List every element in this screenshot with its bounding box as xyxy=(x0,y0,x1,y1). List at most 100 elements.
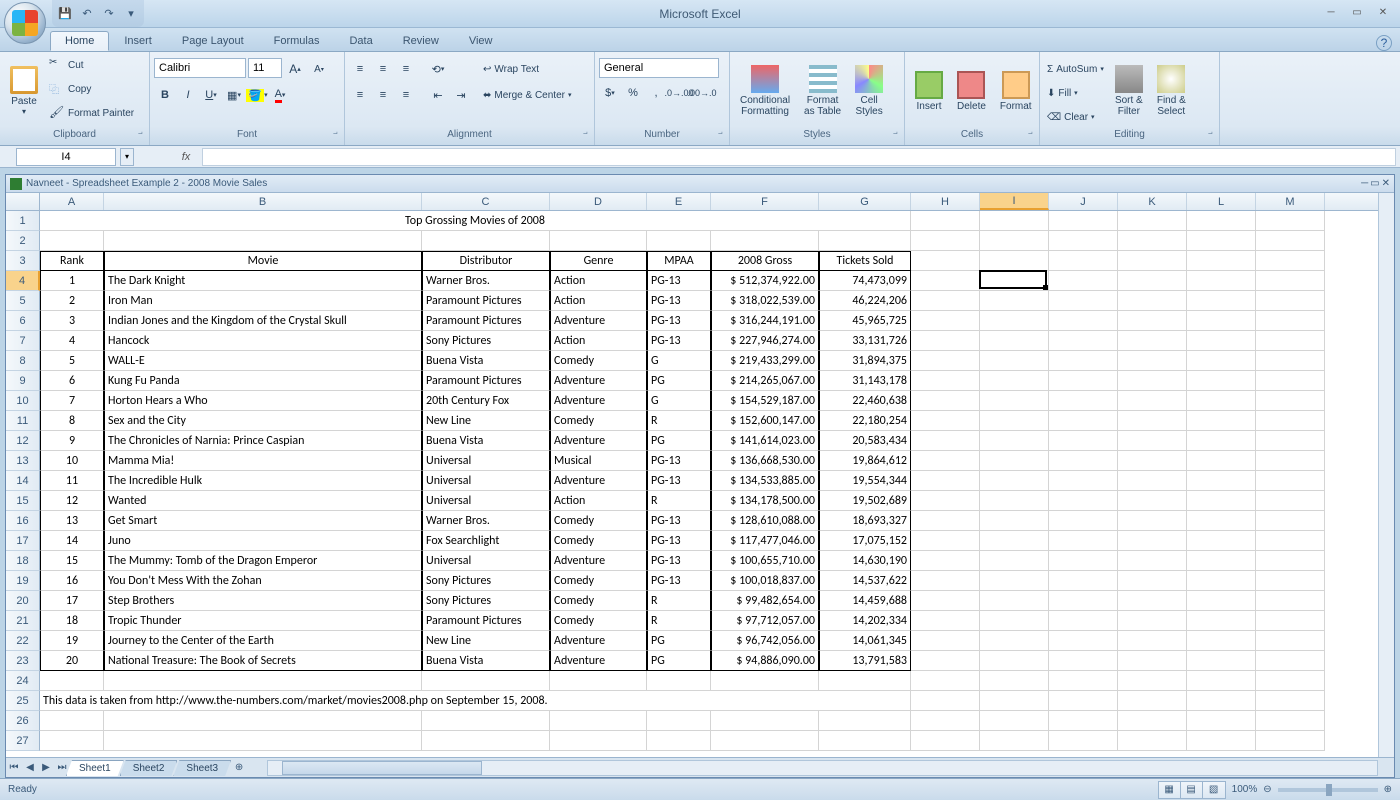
font-color-button[interactable]: A▾ xyxy=(269,84,291,106)
cell[interactable]: Iron Man xyxy=(104,291,422,311)
cell[interactable]: 14,202,334 xyxy=(819,611,911,631)
cell[interactable]: Buena Vista xyxy=(422,431,550,451)
col-header-E[interactable]: E xyxy=(647,193,711,210)
cell[interactable]: Adventure xyxy=(550,431,647,451)
qat-redo[interactable]: ↷ xyxy=(100,5,118,23)
cell[interactable] xyxy=(422,731,550,751)
row-header-8[interactable]: 8 xyxy=(6,351,40,371)
tab-page-layout[interactable]: Page Layout xyxy=(167,31,259,51)
cell[interactable] xyxy=(1187,591,1256,611)
row-header-20[interactable]: 20 xyxy=(6,591,40,611)
cell[interactable]: R xyxy=(647,591,711,611)
cell[interactable] xyxy=(1256,351,1325,371)
cell[interactable]: Paramount Pictures xyxy=(422,371,550,391)
normal-view-button[interactable]: ▦ xyxy=(1159,782,1181,798)
cell[interactable]: Sony Pictures xyxy=(422,331,550,351)
cell[interactable] xyxy=(980,571,1049,591)
cut-button[interactable]: Cut xyxy=(46,54,137,76)
cell[interactable]: Tropic Thunder xyxy=(104,611,422,631)
cell[interactable] xyxy=(1187,571,1256,591)
cell[interactable]: National Treasure: The Book of Secrets xyxy=(104,651,422,671)
row-header-27[interactable]: 27 xyxy=(6,731,40,751)
cell[interactable]: 22,460,638 xyxy=(819,391,911,411)
cell[interactable] xyxy=(1187,531,1256,551)
row-header-17[interactable]: 17 xyxy=(6,531,40,551)
cell[interactable]: Step Brothers xyxy=(104,591,422,611)
cell[interactable]: $ 97,712,057.00 xyxy=(711,611,819,631)
cell[interactable] xyxy=(1256,591,1325,611)
cell[interactable]: Horton Hears a Who xyxy=(104,391,422,411)
cell[interactable] xyxy=(980,351,1049,371)
tab-review[interactable]: Review xyxy=(388,31,454,51)
sheet-nav-prev[interactable]: ◀ xyxy=(22,760,38,776)
cell[interactable]: Indian Jones and the Kingdom of the Crys… xyxy=(104,311,422,331)
cell[interactable]: Top Grossing Movies of 2008 xyxy=(40,211,911,231)
format-as-table-button[interactable]: Format as Table xyxy=(798,54,847,128)
grow-font-button[interactable]: A▴ xyxy=(284,58,306,80)
cell[interactable]: $ 512,374,922.00 xyxy=(711,271,819,291)
cell[interactable] xyxy=(1049,471,1118,491)
cell[interactable] xyxy=(1049,531,1118,551)
cell[interactable]: PG-13 xyxy=(647,291,711,311)
cell[interactable]: 45,965,725 xyxy=(819,311,911,331)
cell[interactable] xyxy=(1187,331,1256,351)
bold-button[interactable]: B xyxy=(154,84,176,106)
cell[interactable] xyxy=(1256,231,1325,251)
cell[interactable]: The Incredible Hulk xyxy=(104,471,422,491)
cell[interactable] xyxy=(1118,271,1187,291)
format-painter-button[interactable]: Format Painter xyxy=(46,102,137,124)
cell[interactable]: Hancock xyxy=(104,331,422,351)
cell[interactable]: The Dark Knight xyxy=(104,271,422,291)
cell[interactable] xyxy=(1049,571,1118,591)
cell[interactable]: 31,894,375 xyxy=(819,351,911,371)
cell[interactable]: Comedy xyxy=(550,611,647,631)
cell[interactable] xyxy=(1049,671,1118,691)
cell[interactable] xyxy=(1256,511,1325,531)
cell[interactable] xyxy=(980,271,1049,291)
sheet-tab-1[interactable]: Sheet1 xyxy=(66,760,124,776)
col-header-J[interactable]: J xyxy=(1049,193,1118,210)
cell[interactable] xyxy=(980,471,1049,491)
cell[interactable]: Kung Fu Panda xyxy=(104,371,422,391)
cell[interactable] xyxy=(647,711,711,731)
cell[interactable] xyxy=(1256,391,1325,411)
cell[interactable]: 20,583,434 xyxy=(819,431,911,451)
cell[interactable] xyxy=(911,371,980,391)
cell[interactable] xyxy=(1256,531,1325,551)
cell[interactable] xyxy=(647,731,711,751)
cell[interactable]: Rank xyxy=(40,251,104,271)
cell[interactable]: $ 96,742,056.00 xyxy=(711,631,819,651)
cell[interactable] xyxy=(40,731,104,751)
cell[interactable] xyxy=(1187,451,1256,471)
cell[interactable] xyxy=(980,291,1049,311)
cell[interactable]: $ 154,529,187.00 xyxy=(711,391,819,411)
tab-formulas[interactable]: Formulas xyxy=(259,31,335,51)
cell[interactable]: $ 141,614,023.00 xyxy=(711,431,819,451)
cell[interactable] xyxy=(911,631,980,651)
cell[interactable]: 20th Century Fox xyxy=(422,391,550,411)
cell[interactable] xyxy=(1187,731,1256,751)
cell[interactable] xyxy=(1049,591,1118,611)
cell[interactable] xyxy=(1187,671,1256,691)
cell[interactable]: $ 219,433,299.00 xyxy=(711,351,819,371)
cell[interactable] xyxy=(422,231,550,251)
row-header-26[interactable]: 26 xyxy=(6,711,40,731)
cell[interactable]: Universal xyxy=(422,491,550,511)
cell[interactable] xyxy=(1187,411,1256,431)
row-header-24[interactable]: 24 xyxy=(6,671,40,691)
font-size-combo[interactable]: 11 xyxy=(248,58,282,78)
cell[interactable] xyxy=(1049,731,1118,751)
cell[interactable] xyxy=(550,671,647,691)
align-bottom-button[interactable]: ≡ xyxy=(395,58,417,80)
cell[interactable]: Action xyxy=(550,271,647,291)
cell[interactable] xyxy=(647,671,711,691)
align-center-button[interactable]: ≡ xyxy=(372,84,394,106)
cell[interactable]: Movie xyxy=(104,251,422,271)
cell[interactable]: 22,180,254 xyxy=(819,411,911,431)
cell[interactable] xyxy=(1256,271,1325,291)
orientation-button[interactable]: ⟲▾ xyxy=(427,58,449,80)
cell[interactable]: 19 xyxy=(40,631,104,651)
align-top-button[interactable]: ≡ xyxy=(349,58,371,80)
cell[interactable] xyxy=(980,731,1049,751)
row-header-25[interactable]: 25 xyxy=(6,691,40,711)
